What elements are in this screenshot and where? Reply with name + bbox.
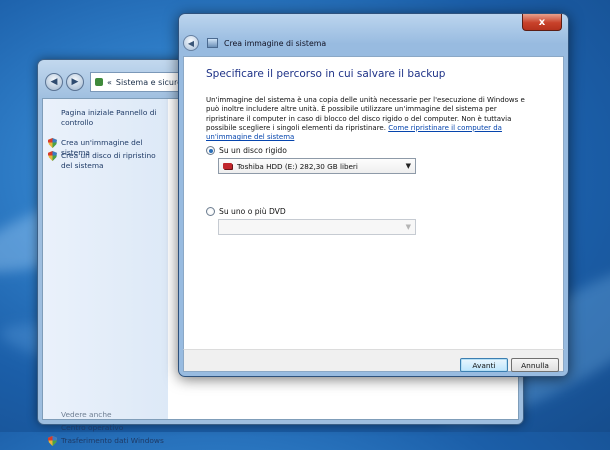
dvd-select: ▼	[218, 219, 416, 235]
radio-dvd-label[interactable]: Su uno o più DVD	[219, 207, 286, 216]
dialog-titlebar: ◀ Crea immagine di sistema	[183, 32, 564, 54]
chevron-down-icon: ▼	[405, 162, 411, 170]
see-also-label: Vedere anche	[61, 410, 112, 419]
close-button[interactable]: x	[522, 14, 562, 31]
hard-drive-icon	[223, 163, 232, 169]
chevron-down-icon: ▼	[405, 223, 411, 231]
dialog-body: Specificare il percorso in cui salvare i…	[183, 56, 564, 351]
sidebar-item-home[interactable]: Pagina iniziale Pannello di controllo	[61, 108, 165, 128]
backup-icon	[207, 38, 218, 48]
dialog-title: Crea immagine di sistema	[224, 38, 327, 48]
radio-dvd[interactable]	[206, 207, 215, 216]
address-separator: «	[107, 77, 112, 87]
sidebar-item-recovery-disc[interactable]: Crea un disco di ripristino del sistema	[61, 151, 165, 171]
control-panel-icon	[95, 78, 103, 86]
radio-hard-disk-label[interactable]: Su un disco rigido	[219, 146, 287, 155]
hard-disk-select-value: Toshiba HDD (E:) 282,30 GB liberi	[237, 161, 358, 171]
dialog-footer: Avanti Annulla	[183, 349, 564, 372]
description: Un'immagine del sistema è una copia dell…	[206, 96, 526, 142]
radio-hard-disk[interactable]	[206, 146, 215, 155]
back-arrow-icon[interactable]: ◀	[183, 35, 199, 51]
sidebar-item-easy-transfer[interactable]: Trasferimento dati Windows	[61, 436, 165, 446]
shield-icon	[48, 138, 57, 148]
page-title: Specificare il percorso in cui salvare i…	[206, 68, 446, 80]
hard-disk-select[interactable]: Toshiba HDD (E:) 282,30 GB liberi ▼	[218, 158, 416, 174]
shield-icon	[48, 436, 57, 446]
shield-icon	[48, 151, 57, 161]
radio-hard-disk-row[interactable]: Su un disco rigido	[206, 146, 287, 155]
cancel-button[interactable]: Annulla	[511, 358, 559, 372]
back-arrow-icon[interactable]: ◀	[45, 73, 63, 91]
sidebar: Pagina iniziale Pannello di controllo Cr…	[43, 99, 168, 446]
forward-arrow-icon[interactable]: ▶	[66, 73, 84, 91]
radio-dvd-row[interactable]: Su uno o più DVD	[206, 207, 286, 216]
next-button[interactable]: Avanti	[460, 358, 508, 372]
create-system-image-dialog: x ◀ Crea immagine di sistema Specificare…	[178, 13, 569, 377]
